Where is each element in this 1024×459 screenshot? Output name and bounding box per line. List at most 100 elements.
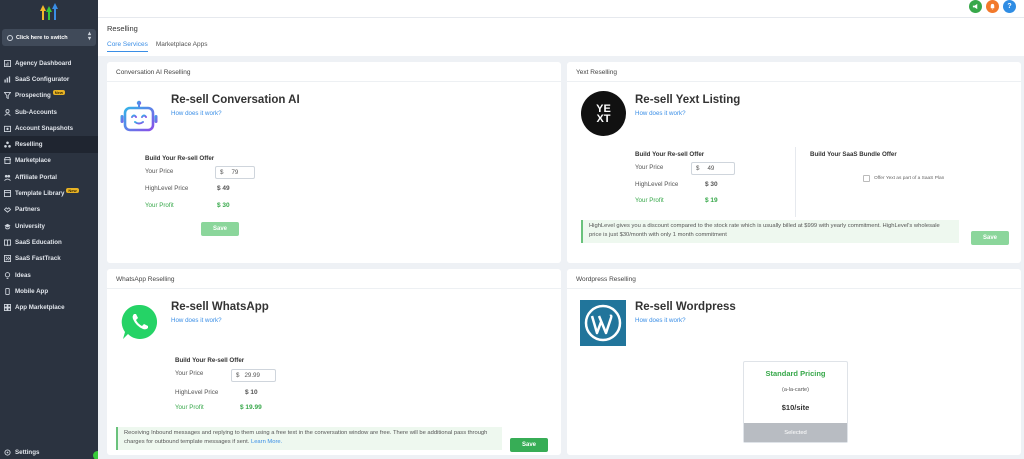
sidebar-item-saas-education[interactable]: SaaS Education bbox=[0, 234, 98, 250]
standard-pricing-card[interactable]: Standard Pricing (a-la-carte) $10/site S… bbox=[743, 361, 848, 443]
learn-more-link[interactable]: Learn More. bbox=[251, 439, 282, 445]
product-title: Re-sell WhatsApp bbox=[171, 301, 269, 313]
tab-marketplace-apps[interactable]: Marketplace Apps bbox=[156, 41, 208, 52]
currency-symbol: $ bbox=[236, 372, 240, 379]
pricing-title: Standard Pricing bbox=[765, 369, 826, 378]
switcher-label: Click here to switch bbox=[16, 34, 68, 41]
new-badge: New bbox=[66, 188, 79, 194]
sidebar-item-label: SaaS FastTrack bbox=[15, 255, 61, 263]
bundle-heading: Build Your SaaS Bundle Offer bbox=[810, 151, 897, 158]
sidebar-item-sub-accounts[interactable]: Sub-Accounts bbox=[0, 104, 98, 120]
tab-core-services[interactable]: Core Services bbox=[107, 41, 148, 52]
sidebar-item-label: Template Library bbox=[15, 190, 65, 198]
yext-logo-top: YE bbox=[596, 102, 611, 115]
sidebar-item-university[interactable]: University bbox=[0, 218, 98, 234]
top-icons: ? bbox=[969, 0, 1016, 13]
page-title: Reselling bbox=[107, 24, 138, 33]
fasttrack-icon bbox=[4, 255, 11, 263]
gear-icon bbox=[4, 449, 11, 456]
how-it-works-link[interactable]: How does it work? bbox=[635, 110, 686, 117]
sidebar-item-label: Marketplace bbox=[15, 157, 51, 165]
your-profit-value: $ 19.99 bbox=[240, 404, 262, 411]
sidebar-item-label: Agency Dashboard bbox=[15, 59, 72, 67]
snapshot-icon bbox=[4, 125, 11, 132]
offer-heading: Build Your Re-sell Offer bbox=[635, 151, 705, 158]
card-title: Conversation AI Reselling bbox=[116, 69, 191, 76]
tab-bar: Core Services Marketplace Apps bbox=[107, 41, 208, 52]
your-price-input[interactable]: $ 29.99 bbox=[231, 369, 276, 382]
offer-heading: Build Your Re-sell Offer bbox=[175, 357, 245, 364]
your-price-label: Your Price bbox=[175, 370, 204, 377]
sidebar-item-reselling[interactable]: Reselling bbox=[0, 136, 98, 153]
settings-label: Settings bbox=[15, 449, 40, 456]
your-price-input[interactable]: $ 79 bbox=[215, 166, 255, 179]
account-switcher[interactable]: Click here to switch ▴ ▾ bbox=[2, 29, 96, 46]
how-it-works-link[interactable]: How does it work? bbox=[171, 317, 222, 324]
notification-bell-icon[interactable] bbox=[986, 0, 999, 13]
your-profit-label: Your Profit bbox=[635, 197, 664, 204]
dashboard-icon bbox=[4, 59, 11, 67]
save-button[interactable]: Save bbox=[201, 222, 239, 236]
sidebar-item-marketplace[interactable]: Marketplace bbox=[0, 153, 98, 169]
bundle-checkbox-label: Offer Yext as part of a SaaS Plan bbox=[874, 176, 945, 181]
sidebar-item-settings[interactable]: Settings bbox=[4, 449, 39, 456]
highlevel-price-label: HighLevel Price bbox=[145, 185, 189, 192]
yext-info-note: HighLevel gives you a discount compared … bbox=[581, 220, 959, 243]
selected-button[interactable]: Selected bbox=[744, 423, 847, 442]
location-icon bbox=[7, 34, 13, 41]
offer-heading: Build Your Re-sell Offer bbox=[145, 155, 215, 162]
sidebar-item-ideas[interactable]: Ideas bbox=[0, 267, 98, 283]
sidebar-item-template-library[interactable]: Template Library New bbox=[0, 185, 98, 201]
wordpress-logo-icon bbox=[580, 300, 626, 346]
grid-icon bbox=[4, 304, 11, 312]
sidebar-item-mobile-app[interactable]: Mobile App bbox=[0, 283, 98, 299]
sidebar-item-label: Reselling bbox=[15, 141, 43, 149]
sidebar-item-label: Mobile App bbox=[15, 287, 49, 295]
sidebar-item-label: SaaS Configurator bbox=[15, 75, 70, 83]
card-title: Wordpress Reselling bbox=[576, 276, 636, 283]
highlevel-price-value: $ 10 bbox=[245, 389, 258, 396]
product-title: Re-sell Conversation AI bbox=[171, 94, 300, 106]
store-icon bbox=[4, 157, 11, 165]
sidebar-item-prospecting[interactable]: Prospecting New bbox=[0, 88, 98, 104]
switch-arrows-icon: ▴ ▾ bbox=[87, 31, 91, 42]
whatsapp-card: WhatsApp Reselling Re-sell WhatsApp How … bbox=[107, 269, 561, 455]
main-content: ? Reselling Core Services Marketplace Ap… bbox=[98, 0, 1024, 459]
lightbulb-icon bbox=[4, 271, 11, 279]
bundle-checkbox[interactable] bbox=[863, 175, 870, 182]
currency-symbol: $ bbox=[696, 165, 700, 172]
sidebar-item-account-snapshots[interactable]: Account Snapshots bbox=[0, 120, 98, 136]
help-icon[interactable]: ? bbox=[1003, 0, 1016, 13]
highlevel-price-value: $ 30 bbox=[705, 181, 718, 188]
highlevel-price-value: $ 49 bbox=[217, 185, 230, 192]
highlevel-logo-icon[interactable] bbox=[37, 3, 59, 21]
conversation-ai-robot-icon bbox=[120, 100, 158, 132]
resell-icon bbox=[4, 141, 11, 148]
handshake-icon bbox=[4, 206, 11, 214]
product-title: Re-sell Yext Listing bbox=[635, 94, 741, 106]
highlevel-price-label: HighLevel Price bbox=[175, 389, 219, 396]
your-price-label: Your Price bbox=[635, 164, 664, 171]
sidebar-item-agency-dashboard[interactable]: Agency Dashboard bbox=[0, 55, 98, 71]
how-it-works-link[interactable]: How does it work? bbox=[635, 317, 686, 324]
your-price-value: 79 bbox=[231, 169, 239, 176]
sidebar-item-app-marketplace[interactable]: App Marketplace bbox=[0, 299, 98, 315]
bundle-checkbox-row[interactable]: Offer Yext as part of a SaaS Plan bbox=[863, 175, 944, 182]
your-price-input[interactable]: $ 49 bbox=[691, 162, 735, 175]
sidebar-item-saas-configurator[interactable]: SaaS Configurator bbox=[0, 71, 98, 87]
sidebar-item-label: SaaS Education bbox=[15, 238, 62, 246]
sidebar-item-saas-fasttrack[interactable]: SaaS FastTrack bbox=[0, 251, 98, 267]
sidebar-item-partners[interactable]: Partners bbox=[0, 202, 98, 218]
library-icon bbox=[4, 190, 11, 198]
your-price-value: 49 bbox=[707, 165, 715, 172]
yext-logo-bottom: XT bbox=[596, 112, 611, 125]
currency-symbol: $ bbox=[220, 169, 224, 176]
save-button[interactable]: Save bbox=[510, 438, 548, 452]
funnel-icon bbox=[4, 92, 11, 100]
how-it-works-link[interactable]: How does it work? bbox=[171, 110, 222, 117]
sidebar-item-affiliate-portal[interactable]: Affiliate Portal bbox=[0, 169, 98, 185]
sidebar-item-label: Prospecting bbox=[15, 92, 51, 100]
your-profit-label: Your Profit bbox=[145, 202, 174, 209]
megaphone-icon[interactable] bbox=[969, 0, 982, 13]
save-button[interactable]: Save bbox=[971, 231, 1009, 245]
